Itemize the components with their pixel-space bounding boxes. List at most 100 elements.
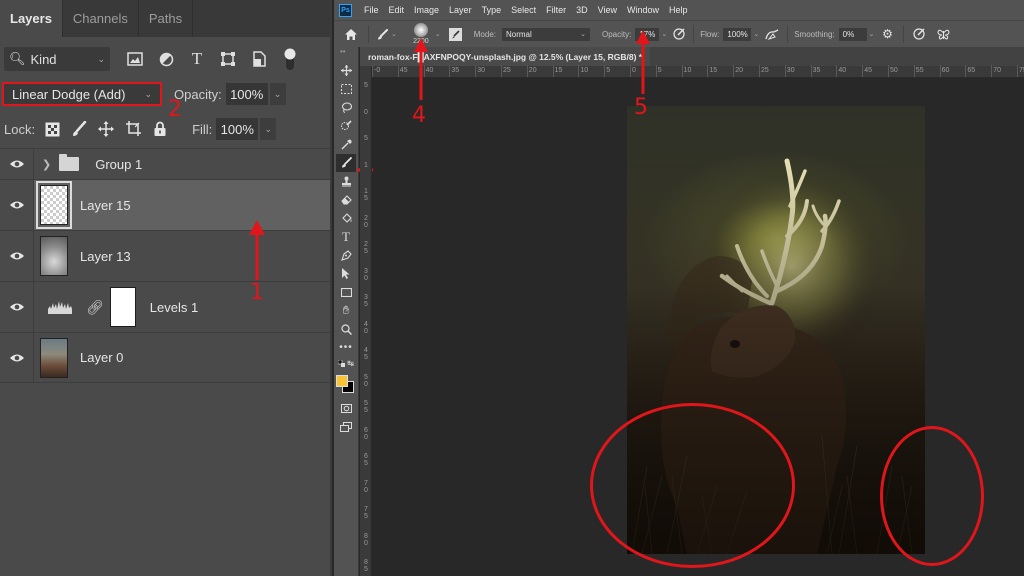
menu-edit[interactable]: Edit <box>389 5 405 15</box>
clone-stamp-tool[interactable] <box>336 172 356 191</box>
chevron-down-icon[interactable]: ⌄ <box>869 30 875 38</box>
smoothing-input[interactable]: 0% <box>838 27 867 41</box>
brush-tip-preview <box>413 23 428 37</box>
symmetry-butterfly-icon[interactable] <box>934 29 954 40</box>
menu-layer[interactable]: Layer <box>449 5 472 15</box>
image-filter-icon[interactable] <box>124 48 146 70</box>
lock-position-icon[interactable] <box>97 120 115 138</box>
paint-bucket-tool[interactable] <box>336 209 356 228</box>
tools-panel-collapse-handle[interactable]: •• <box>334 47 358 61</box>
swap-colors-icon[interactable]: ↹ <box>347 359 354 368</box>
menu-view[interactable]: View <box>598 5 617 15</box>
chevron-down-icon[interactable]: ⌄ <box>753 30 759 38</box>
quick-selection-tool[interactable] <box>336 117 356 136</box>
blend-mode-select[interactable]: Linear Dodge (Add) ⌄ <box>2 82 162 106</box>
opacity-dropdown-button[interactable]: ⌄ <box>269 83 286 105</box>
ruler-tick-label: 30 <box>786 67 795 74</box>
type-tool[interactable]: T <box>336 228 356 247</box>
marquee-tool[interactable] <box>336 80 356 99</box>
default-colors-icon[interactable] <box>338 359 345 367</box>
brush-preset-icon[interactable] <box>375 28 389 40</box>
lock-transparent-pixels-icon[interactable] <box>43 120 61 138</box>
fill-dropdown-button[interactable]: ⌄ <box>260 118 277 140</box>
brush-settings-panel-icon[interactable] <box>448 27 462 41</box>
menu-3d[interactable]: 3D <box>576 5 588 15</box>
link-icon[interactable]: 🔗︎ <box>86 299 104 316</box>
layer-row-levels-1[interactable]: 🔗︎ Levels 1 <box>0 281 330 332</box>
fill-input[interactable]: 100% <box>216 118 259 140</box>
ruler-tick <box>475 65 477 77</box>
tab-layers[interactable]: Layers <box>0 0 63 37</box>
horizontal-ruler[interactable]: -0 45 40 35 30 25 20 15 10 5 0 5 10 15 20 25 30 35 40 45 50 5… <box>372 65 1024 78</box>
hand-tool[interactable]: ✋︎ <box>336 302 356 321</box>
layer-content: ❯ Group 1 <box>34 149 330 179</box>
visibility-toggle[interactable] <box>0 180 34 230</box>
filter-toggle-icon[interactable] <box>279 48 301 70</box>
tab-channels[interactable]: Channels <box>63 0 139 37</box>
chevron-down-icon[interactable]: ⌄ <box>391 30 397 38</box>
flow-input[interactable]: 100% <box>723 27 752 41</box>
ruler-tick <box>759 65 760 77</box>
menu-help[interactable]: Help <box>669 5 688 15</box>
ruler-tick-label: 7 5 <box>364 506 368 520</box>
document-tab[interactable]: roman-fox-F█AXFNPOQY-unsplash.jpg @ 12.5… <box>360 47 651 66</box>
brush-tool[interactable] <box>336 153 356 172</box>
eye-icon <box>9 160 24 168</box>
visibility-toggle[interactable] <box>0 231 34 281</box>
type-filter-icon[interactable]: T <box>186 48 208 70</box>
tab-paths[interactable]: Paths <box>139 0 194 37</box>
more-tools-button[interactable]: ••• <box>336 339 356 358</box>
lasso-tool[interactable] <box>336 98 356 117</box>
visibility-toggle[interactable] <box>0 282 34 332</box>
ruler-tick-label: 3 5 <box>364 294 368 308</box>
quick-selection-icon <box>340 120 352 131</box>
layer-row-layer-0[interactable]: Layer 0 <box>0 332 330 383</box>
pressure-opacity-icon[interactable] <box>671 28 687 40</box>
path-selection-tool[interactable] <box>336 265 356 284</box>
lock-image-pixels-icon[interactable] <box>70 120 88 138</box>
lock-artboard-icon[interactable] <box>124 120 142 138</box>
panel-tabs: Layers Channels Paths <box>0 0 330 37</box>
menu-type[interactable]: Type <box>482 5 502 15</box>
menu-file[interactable]: File <box>364 5 379 15</box>
visibility-toggle[interactable] <box>0 149 34 179</box>
ruler-tick <box>939 65 941 77</box>
menu-image[interactable]: Image <box>414 5 439 15</box>
layer-row-layer-15[interactable]: Layer 15 <box>0 179 330 230</box>
eraser-tool[interactable] <box>336 191 356 210</box>
chevron-down-icon[interactable]: ⌄ <box>435 30 441 38</box>
chevron-down-icon[interactable]: ⌄ <box>661 30 667 38</box>
color-reset-swap[interactable]: ↹ <box>336 357 356 369</box>
menu-filter[interactable]: Filter <box>546 5 566 15</box>
smoothing-options-gear-icon[interactable]: ⚙︎ <box>879 27 897 41</box>
foreground-color-swatch[interactable] <box>336 375 348 387</box>
ruler-tick-label: 45 <box>864 67 872 74</box>
lock-all-icon[interactable] <box>151 120 169 138</box>
vertical-ruler[interactable]: 5 0 5 1 1 5 2 0 2 5 3 0 3 5 4 0 4 5 5 0 5 5 6 0 6 5 7 0… <box>360 66 372 576</box>
kind-filter-select[interactable]: 🔍︎ Kind ⌄ <box>4 47 110 71</box>
visibility-toggle[interactable] <box>0 333 34 382</box>
zoom-tool[interactable] <box>336 320 356 339</box>
pressure-size-icon[interactable] <box>910 28 928 40</box>
airbrush-icon[interactable] <box>763 28 781 40</box>
layer-name: Group 1 <box>95 156 143 172</box>
shape-filter-icon[interactable] <box>217 48 239 70</box>
layer-opacity-input[interactable]: 100% <box>225 83 268 105</box>
move-tool[interactable] <box>336 61 356 80</box>
expand-chevron-icon[interactable]: ❯ <box>42 158 51 171</box>
eyedropper-tool[interactable] <box>336 135 356 154</box>
quick-mask-button[interactable] <box>336 399 356 418</box>
mode-select[interactable]: Normal ⌄ <box>501 27 590 41</box>
layer-row-layer-13[interactable]: Layer 13 <box>0 230 330 281</box>
menu-window[interactable]: Window <box>627 5 659 15</box>
screen-mode-button[interactable] <box>336 418 356 437</box>
layer-row-group-1[interactable]: ❯ Group 1 <box>0 148 330 179</box>
menu-select[interactable]: Select <box>511 5 536 15</box>
smart-object-filter-icon[interactable] <box>248 48 270 70</box>
adjustment-filter-icon[interactable] <box>155 48 177 70</box>
layer-mask-thumbnail[interactable] <box>109 287 136 327</box>
pen-tool[interactable] <box>336 246 356 265</box>
canvas-area[interactable] <box>373 79 1024 576</box>
rectangle-tool[interactable] <box>336 283 356 302</box>
home-icon[interactable] <box>340 28 362 40</box>
